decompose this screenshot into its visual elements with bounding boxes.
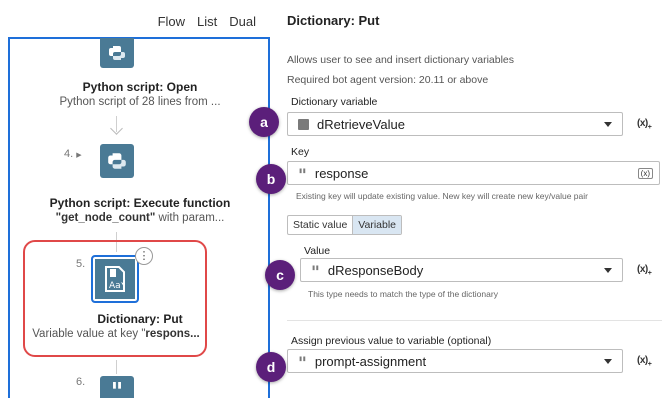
dictionary-variable-value: dRetrieveValue <box>317 116 405 132</box>
tab-list[interactable]: List <box>197 14 217 29</box>
insert-variable-icon[interactable]: (x)+ <box>637 355 652 368</box>
node-number: 4. ▶ <box>64 148 82 160</box>
chevron-down-icon[interactable] <box>604 358 612 364</box>
node-description: "get_node_count" with param... <box>55 212 225 224</box>
annotation-badge-d: d <box>256 352 286 382</box>
more-options-icon[interactable]: ⋮ <box>135 247 153 265</box>
quote-icon[interactable]: " <box>100 376 134 398</box>
key-value: response <box>314 165 369 181</box>
section-divider <box>287 320 662 321</box>
node-title[interactable]: Python script: Execute function <box>12 196 268 210</box>
annotation-badge-b: b <box>256 164 286 194</box>
key-hint: Existing key will update existing value.… <box>296 191 588 201</box>
key-label: Key <box>291 146 310 158</box>
quote-icon: " <box>311 263 320 283</box>
key-input[interactable]: " response (x) <box>287 161 660 185</box>
node-title[interactable]: Dictionary: Put <box>12 312 268 326</box>
variable-option[interactable]: Variable <box>352 216 402 234</box>
python-icon[interactable] <box>100 38 134 68</box>
node-description: Python script of 28 lines from ... <box>59 96 221 108</box>
quote-icon: " <box>298 166 307 186</box>
value-select[interactable]: " dResponseBody <box>300 258 623 282</box>
tab-dual[interactable]: Dual <box>229 14 256 29</box>
properties-panel: Dictionary: Put Allows user to see and i… <box>272 0 662 398</box>
tab-flow[interactable]: Flow <box>158 14 185 29</box>
value-hint: This type needs to match the type of the… <box>308 289 498 299</box>
dictionary-variable-select[interactable]: dRetrieveValue <box>287 112 623 136</box>
arrow-icon <box>110 122 123 135</box>
node-title[interactable]: Python script: Open <box>12 80 268 94</box>
assign-variable-value: prompt-assignment <box>314 353 427 369</box>
insert-variable-icon[interactable]: (x) <box>637 167 653 179</box>
variable-icon <box>298 118 309 130</box>
chevron-down-icon[interactable] <box>604 267 612 273</box>
svg-text:Aa: Aa <box>109 281 121 291</box>
required-version: Required bot agent version: 20.11 or abo… <box>287 74 489 86</box>
value-value: dResponseBody <box>327 262 424 278</box>
static-value-option[interactable]: Static value <box>288 216 352 234</box>
value-label: Value <box>304 245 331 257</box>
node-description: Variable value at key "respons... <box>32 328 200 340</box>
node-number: 6. <box>76 376 86 388</box>
chevron-down-icon[interactable] <box>604 121 612 127</box>
connector-line <box>116 360 117 374</box>
value-type-toggle: Static value Variable <box>287 215 403 235</box>
insert-variable-icon[interactable]: (x)+ <box>637 264 652 277</box>
dictionary-icon[interactable]: Aa <box>91 255 139 303</box>
node-number: 5. <box>76 258 86 270</box>
annotation-badge-c: c <box>265 260 295 290</box>
assign-label: Assign previous value to variable (optio… <box>291 335 492 347</box>
panel-description: Allows user to see and insert dictionary… <box>287 54 515 66</box>
quote-icon: " <box>298 354 307 374</box>
view-tabs: Flow List Dual <box>158 14 256 29</box>
insert-variable-icon[interactable]: (x)+ <box>637 118 652 131</box>
flow-panel: Flow List Dual Python script: Open Pytho… <box>0 0 272 398</box>
annotation-badge-a: a <box>249 107 279 137</box>
dictionary-variable-label: Dictionary variable <box>291 96 378 108</box>
assign-variable-select[interactable]: " prompt-assignment <box>287 349 623 373</box>
panel-title: Dictionary: Put <box>287 13 380 28</box>
python-icon[interactable] <box>100 144 134 178</box>
